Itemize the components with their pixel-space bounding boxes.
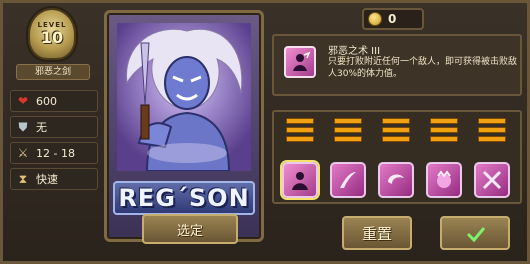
skill-level-bars (382, 118, 410, 145)
level-bar (286, 136, 314, 142)
skill-description-box: 邪恶之术 III 只要打败附近任何一个敌人，即可获得被击败敌人30%的体力值。 … (272, 34, 522, 134)
coin-icon (368, 12, 382, 26)
skill-column (280, 116, 320, 200)
confirm-button[interactable] (440, 216, 510, 250)
level-number: 10 (40, 28, 64, 47)
coin-value: 0 (388, 12, 397, 26)
level-bar (382, 118, 410, 124)
skill-level-bars (334, 118, 362, 145)
level-bar (478, 127, 506, 133)
stat-speed: ⧗ 快速 (10, 168, 98, 190)
slash-skill-icon[interactable] (330, 162, 366, 198)
skill-upgrades (272, 110, 522, 204)
evil-art-icon (284, 46, 316, 78)
stat-health: ❤ 600 (10, 90, 98, 112)
level-bar (430, 136, 458, 142)
hero-name: REG´SON (118, 184, 250, 212)
hero-portrait-card: REG´SON (104, 10, 264, 242)
heart-icon: ❤ (17, 94, 29, 108)
check-icon (466, 227, 486, 243)
stat-damage: ⚔ 12 - 18 (10, 142, 98, 164)
stat-damage-value: 12 - 18 (36, 146, 75, 160)
select-button[interactable]: 选定 (142, 214, 238, 244)
hero-stats-panel: LEVEL 10 邪恶之剑 ❤ 600 ⛊ 无 ⚔ 12 - 18 ⧗ 快速 (6, 6, 102, 258)
orb-skill-icon[interactable] (426, 162, 462, 198)
stat-armor-value: 无 (36, 121, 47, 134)
spin-skill-icon[interactable] (378, 162, 414, 198)
reset-button[interactable]: 重置 (342, 216, 412, 250)
level-bar (334, 118, 362, 124)
hero-portrait (117, 23, 251, 171)
stat-health-value: 600 (36, 94, 57, 108)
hero-name-plate: REG´SON (113, 181, 255, 215)
hero-title: 邪恶之剑 (16, 64, 90, 80)
level-bar (286, 127, 314, 133)
level-bar (478, 136, 506, 142)
skill-description: 只要打败附近任何一个敌人，即可获得被击败敌人30%的体力值。 (328, 57, 518, 79)
sword-icon: ⚔ (17, 146, 29, 160)
skill-column (472, 116, 512, 200)
skill-column (328, 116, 368, 200)
skill-title: 邪恶之术 III (328, 46, 381, 57)
evil-art-skill-icon[interactable] (282, 162, 318, 198)
hourglass-icon: ⧗ (18, 171, 28, 186)
skill-points-counter: 0 (362, 8, 424, 30)
skill-column (424, 116, 464, 200)
skill-level-bars (430, 118, 458, 145)
blades-skill-icon[interactable] (474, 162, 510, 198)
level-bar (286, 118, 314, 124)
skills-panel: 0 邪恶之术 III 只要打败附近任何一个敌人，即可获得被击败敌人30%的体力值… (270, 6, 524, 258)
skill-level-bars (286, 118, 314, 145)
level-bar (478, 118, 506, 124)
skill-column (376, 116, 416, 200)
level-badge: LEVEL 10 (28, 8, 76, 60)
level-bar (430, 127, 458, 133)
skill-level-bars (478, 118, 506, 145)
shield-icon: ⛊ (18, 119, 28, 134)
level-bar (430, 118, 458, 124)
level-bar (334, 127, 362, 133)
level-bar (382, 127, 410, 133)
stat-speed-value: 快速 (36, 173, 58, 186)
level-bar (382, 136, 410, 142)
stat-armor: ⛊ 无 (10, 116, 98, 138)
level-bar (334, 136, 362, 142)
